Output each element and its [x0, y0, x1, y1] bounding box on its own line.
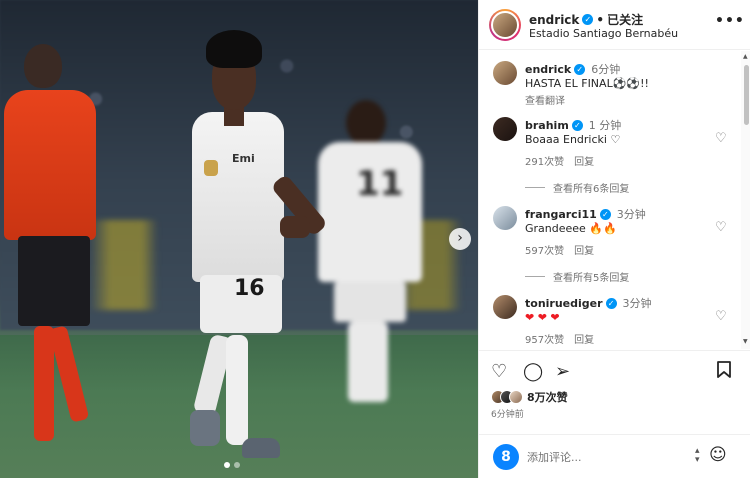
likes-summary[interactable]: 8万次赞: [491, 389, 568, 405]
avatar: [509, 390, 523, 404]
author-row: endrick ✓ • 已关注: [529, 11, 644, 28]
likes-count[interactable]: 8万次赞: [527, 389, 568, 405]
jersey-number-background: 11: [356, 164, 404, 204]
comment-likes[interactable]: 291次赞: [525, 153, 564, 168]
bookmark-icon[interactable]: [717, 361, 731, 383]
comments-list[interactable]: endrick ✓ 6分钟 HASTA EL FINAL⚽⚽!! 查看翻译 br…: [479, 51, 741, 349]
heart-icon[interactable]: ♡: [715, 131, 727, 146]
next-arrow-icon[interactable]: ›: [449, 228, 471, 250]
caption-time: 6分钟: [591, 63, 621, 76]
reply-button[interactable]: 回复: [574, 242, 594, 257]
avatar[interactable]: [493, 295, 517, 319]
comment-username[interactable]: brahim: [525, 119, 569, 132]
heart-icon[interactable]: ♡: [491, 361, 507, 382]
scrollbar-thumb[interactable]: [744, 65, 749, 125]
comment-icon[interactable]: ◯: [523, 361, 543, 382]
scroll-down-icon[interactable]: ▼: [743, 338, 748, 345]
translate-link[interactable]: 查看翻译: [525, 92, 565, 107]
verified-icon: ✓: [605, 297, 617, 309]
comment-time: 3分钟: [616, 208, 646, 221]
comment-time: 1 分钟: [588, 119, 622, 132]
avatar[interactable]: [491, 11, 519, 39]
comment-composer: 8 ▴▾ ☺: [479, 434, 750, 478]
carousel-dot: [224, 462, 230, 468]
scroll-up-icon[interactable]: ▲: [743, 53, 748, 60]
author-username[interactable]: endrick: [529, 13, 579, 27]
comment-input[interactable]: [527, 447, 687, 467]
follow-status-button[interactable]: 已关注: [607, 11, 643, 28]
verified-icon: ✓: [574, 63, 586, 75]
comment-likes[interactable]: 957次赞: [525, 331, 564, 346]
avatar[interactable]: [493, 117, 517, 141]
comment-text: ❤ ❤ ❤: [525, 311, 560, 324]
comment-text: Grandeeee 🔥🔥: [525, 222, 617, 235]
story-ring[interactable]: [489, 9, 521, 41]
view-replies-button[interactable]: 查看所有6条回复: [525, 180, 629, 195]
comment-text: Boaaa Endricki ♡: [525, 133, 621, 146]
shirt-sponsor: Emi: [232, 152, 255, 165]
caption-username[interactable]: endrick: [525, 63, 571, 76]
background-player: 11: [316, 100, 426, 410]
location-link[interactable]: Estadio Santiago Bernabéu: [529, 27, 678, 40]
post-time: 6分钟前: [491, 410, 524, 420]
club-crest: [204, 160, 218, 176]
referee-figure: [4, 40, 104, 441]
emoji-icon[interactable]: ☺: [709, 445, 727, 465]
reply-button[interactable]: 回复: [574, 331, 594, 346]
jersey-number-main: 16: [234, 276, 265, 301]
verified-icon: ✓: [571, 119, 583, 131]
verified-icon: ✓: [582, 14, 594, 25]
share-icon[interactable]: ➢: [555, 361, 570, 382]
action-bar: ♡ ◯ ➢ 8万次赞 6分钟前: [479, 350, 750, 434]
heart-icon[interactable]: ♡: [715, 220, 727, 235]
comment-likes[interactable]: 597次赞: [525, 242, 564, 257]
post-photo[interactable]: 11 Emi 16 ›: [0, 0, 478, 478]
comment-username[interactable]: frangarci11: [525, 208, 597, 221]
reply-button[interactable]: 回复: [574, 153, 594, 168]
avatar[interactable]: [493, 206, 517, 230]
post-header: endrick ✓ • 已关注 Estadio Santiago Bernabé…: [479, 0, 750, 50]
caption-text: HASTA EL FINAL⚽⚽!!: [525, 77, 649, 90]
profile-badge-icon: 8: [493, 444, 519, 470]
view-replies-button[interactable]: 查看所有5条回复: [525, 269, 629, 284]
caption-header: endrick ✓ 6分钟: [525, 61, 620, 77]
comments-scrollbar[interactable]: ▲ ▼: [741, 51, 750, 349]
more-options-icon[interactable]: •••: [715, 13, 745, 29]
carousel-dot: [234, 462, 240, 468]
comment-time: 3分钟: [622, 297, 652, 310]
verified-icon: ✓: [599, 208, 611, 220]
heart-icon[interactable]: ♡: [715, 309, 727, 324]
stepper-icon[interactable]: ▴ ▾: [695, 447, 700, 465]
main-player: Emi 16: [188, 30, 329, 470]
carousel-dots: [224, 462, 240, 468]
comment-username[interactable]: toniruediger: [525, 297, 603, 310]
post-sidebar: endrick ✓ • 已关注 Estadio Santiago Bernabé…: [478, 0, 750, 478]
avatar[interactable]: [493, 61, 517, 85]
